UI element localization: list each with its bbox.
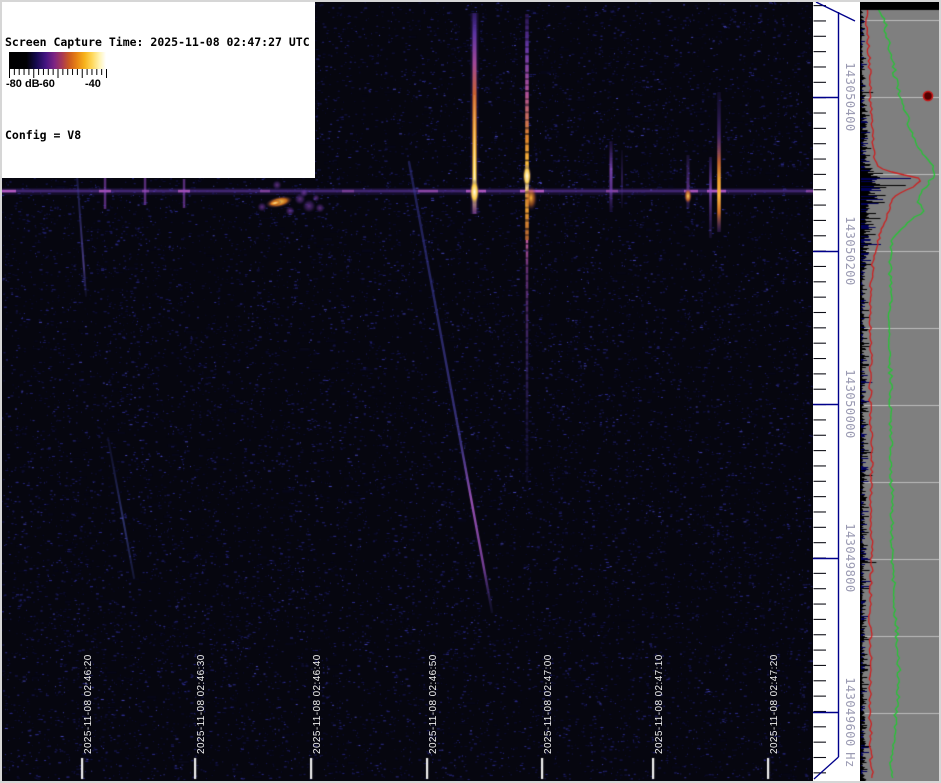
freq-axis-unit-label: Hz [843, 752, 857, 768]
freq-axis-label: 143050000 [843, 369, 857, 439]
config-text: Config = V8 [5, 128, 82, 142]
colorbar-label-mid: -60 [39, 78, 55, 90]
time-axis-label: 2025-11-08 02:47:00 [543, 654, 554, 754]
time-axis-label: 2025-11-08 02:47:20 [769, 654, 780, 754]
freq-axis-label: 143049600 [843, 677, 857, 747]
spectrum-side-panel-canvas [860, 2, 939, 781]
time-axis-label: 2025-11-08 02:46:30 [196, 654, 207, 754]
time-axis-label: 2025-11-08 02:46:50 [428, 654, 439, 754]
colorbar-legend: -80 dB -60 -40 [3, 50, 110, 97]
freq-axis-label: 143049800 [843, 523, 857, 593]
freq-axis-label: 143050200 [843, 216, 857, 286]
spectrogram-app-window: Screen Capture Time: 2025-11-08 02:47:27… [0, 0, 941, 783]
freq-axis-bottom-cap [813, 756, 839, 780]
freq-axis-label: 143050400 [843, 62, 857, 132]
time-axis-label: 2025-11-08 02:47:10 [654, 654, 665, 754]
colorbar-label-max: -40 [85, 78, 101, 90]
capture-time-text: Screen Capture Time: 2025-11-08 02:47:27… [5, 35, 310, 49]
colorbar-label-min: -80 dB [6, 78, 40, 90]
time-axis-label: 2025-11-08 02:46:40 [312, 654, 323, 754]
time-axis-label: 2025-11-08 02:46:20 [83, 654, 94, 754]
colorbar-gradient [9, 52, 106, 69]
freq-axis-top-cap [815, 1, 856, 22]
